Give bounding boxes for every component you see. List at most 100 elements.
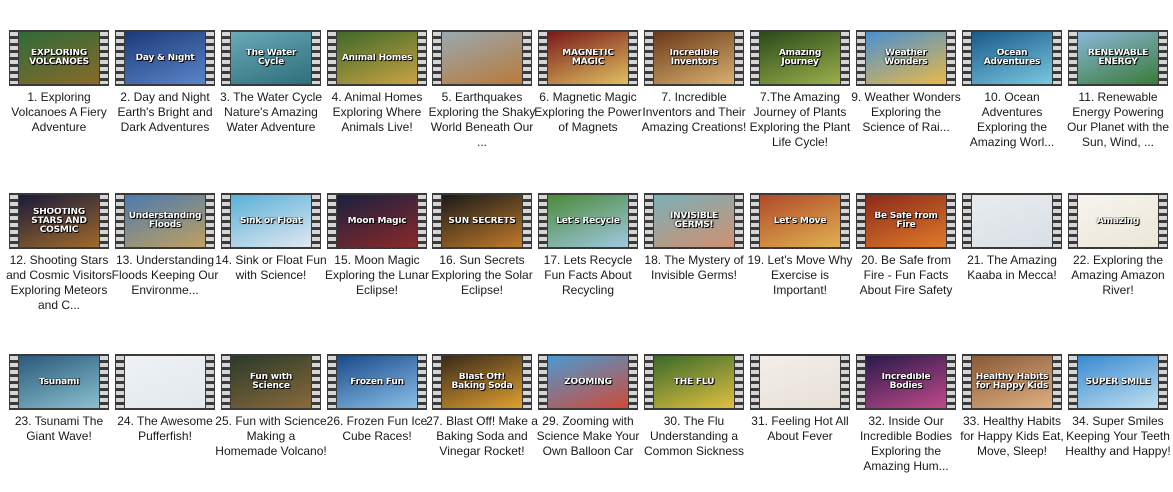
thumbnail-title: Amazing Journey [778, 49, 822, 67]
film-strip-icon: SUN SECRETS [432, 193, 532, 249]
thumbnail-title: THE FLU [673, 377, 715, 387]
thumbnail-title: SUPER SMILE [1085, 377, 1151, 387]
video-thumbnail: Incredible Inventors [654, 32, 734, 84]
video-thumbnail: Healthy Habits for Happy Kids [972, 356, 1052, 408]
thumbnail-title: ZOOMING [564, 377, 612, 387]
film-strip-icon [962, 193, 1062, 249]
video-thumbnail: Tsunami [19, 356, 99, 408]
video-thumbnail [760, 356, 840, 408]
thumbnail-title: SUN SECRETS [448, 216, 516, 226]
thumbnail-title: Frozen Fun [350, 377, 404, 387]
video-thumbnail [972, 195, 1052, 247]
video-thumbnail: Let's Move [760, 195, 840, 247]
video-caption: 13. Understanding Floods Keeping Our Env… [111, 253, 219, 297]
film-strip-icon: Frozen Fun [327, 354, 427, 410]
video-caption: 29. Zooming with Science Make Your Own B… [536, 414, 640, 458]
video-caption: 7.The Amazing Journey of Plants Explorin… [749, 90, 851, 149]
video-thumbnail: INVISIBLE GERMS! [654, 195, 734, 247]
film-strip-icon: Be Safe from Fire [856, 193, 956, 249]
video-thumbnail: RENEWABLE ENERGY [1078, 32, 1158, 84]
video-caption: 23. Tsunami The Giant Wave! [14, 414, 104, 443]
thumbnail-title: EXPLORING VOLCANOES [29, 49, 89, 67]
thumbnail-title: Incredible Inventors [669, 49, 719, 67]
video-caption: 27. Blast Off! Make a Baking Soda and Vi… [426, 414, 538, 458]
video-thumbnail: Weather Wonders [866, 32, 946, 84]
film-strip-icon: Understanding Floods [115, 193, 215, 249]
thumbnail-title: Moon Magic [347, 216, 407, 226]
video-thumbnail: The Water Cycle [231, 32, 311, 84]
video-thumbnail: Day & Night [125, 32, 205, 84]
video-caption: 5. Earthquakes Exploring the Shaky World… [428, 90, 536, 149]
film-strip-icon: SUPER SMILE [1068, 354, 1168, 410]
film-strip-icon: Sink or Float [221, 193, 321, 249]
film-strip-icon: Incredible Inventors [644, 30, 744, 86]
film-strip-icon [432, 30, 532, 86]
thumbnail-title: Let's Recycle [556, 216, 620, 226]
thumbnail-title: Blast Off! Baking Soda [451, 373, 513, 391]
thumbnail-title: Sink or Float [239, 216, 303, 226]
thumbnail-title: Incredible Bodies [881, 373, 931, 391]
thumbnail-title: RENEWABLE ENERGY [1087, 49, 1149, 67]
video-caption: 3. The Water Cycle Nature's Amazing Wate… [219, 90, 323, 134]
video-thumbnail: Moon Magic [337, 195, 417, 247]
video-caption: 21. The Amazing Kaaba in Mecca! [967, 253, 1057, 282]
film-strip-icon: Blast Off! Baking Soda [432, 354, 532, 410]
video-caption: 16. Sun Secrets Exploring the Solar Ecli… [431, 253, 533, 297]
video-thumbnail: SHOOTING STARS AND COSMIC [19, 195, 99, 247]
video-thumbnail: Animal Homes [337, 32, 417, 84]
video-thumbnail: Amazing Journey [760, 32, 840, 84]
video-caption: 11. Renewable Energy Powering Our Planet… [1066, 90, 1170, 149]
video-caption: 34. Super Smiles Keeping Your Teeth Heal… [1065, 414, 1171, 458]
video-caption: 26. Frozen Fun Ice Cube Races! [326, 414, 428, 443]
film-strip-icon: ZOOMING [538, 354, 638, 410]
film-strip-icon: SHOOTING STARS AND COSMIC [9, 193, 109, 249]
video-caption: 4. Animal Homes Exploring Where Animals … [331, 90, 423, 134]
video-caption: 22. Exploring the Amazing Amazon River! [1071, 253, 1165, 297]
thumbnail-title: Day & Night [135, 53, 195, 63]
video-caption: 10. Ocean Adventures Exploring the Amazi… [969, 90, 1055, 149]
video-caption: 20. Be Safe from Fire - Fun Facts About … [859, 253, 953, 297]
video-caption: 24. The Awesome Pufferfish! [117, 414, 213, 443]
film-strip-icon: INVISIBLE GERMS! [644, 193, 744, 249]
video-thumbnail: Let's Recycle [548, 195, 628, 247]
film-strip-icon: Tsunami [9, 354, 109, 410]
video-caption: 17. Lets Recycle Fun Facts About Recycli… [543, 253, 633, 297]
video-caption: 15. Moon Magic Exploring the Lunar Eclip… [324, 253, 430, 297]
video-caption: 18. The Mystery of Invisible Germs! [644, 253, 744, 282]
video-thumbnail: Frozen Fun [337, 356, 417, 408]
video-thumbnail: Blast Off! Baking Soda [442, 356, 522, 408]
video-caption: 19. Let's Move Why Exercise is Important… [747, 253, 853, 297]
video-caption: 14. Sink or Float Fun with Science! [215, 253, 327, 282]
film-strip-icon: EXPLORING VOLCANOES [9, 30, 109, 86]
film-strip-icon: Weather Wonders [856, 30, 956, 86]
thumbnail-title: SHOOTING STARS AND COSMIC [31, 207, 87, 235]
video-thumbnail: Sink or Float [231, 195, 311, 247]
video-thumbnail [125, 356, 205, 408]
thumbnail-title: MAGNETIC MAGIC [562, 49, 614, 67]
film-strip-icon: THE FLU [644, 354, 744, 410]
video-caption: 30. The Flu Understanding a Common Sickn… [643, 414, 745, 458]
thumbnail-title: Ocean Adventures [983, 49, 1041, 67]
video-thumbnail [442, 32, 522, 84]
film-strip-icon [750, 354, 850, 410]
video-thumbnail: THE FLU [654, 356, 734, 408]
film-strip-icon: Healthy Habits for Happy Kids [962, 354, 1062, 410]
video-caption: 6. Magnetic Magic Exploring the Power of… [534, 90, 642, 134]
film-strip-icon: The Water Cycle [221, 30, 321, 86]
thumbnail-title: Tsunami [38, 377, 80, 387]
video-thumbnail: Ocean Adventures [972, 32, 1052, 84]
video-thumbnail: Amazing [1078, 195, 1158, 247]
thumbnail-title: INVISIBLE GERMS! [670, 212, 718, 230]
film-strip-icon: Animal Homes [327, 30, 427, 86]
video-file-grid: EXPLORING VOLCANOES 1. Exploring Volcanoe… [0, 0, 1173, 492]
video-thumbnail: ZOOMING [548, 356, 628, 408]
thumbnail-title: Understanding Floods [128, 212, 202, 230]
film-strip-icon: Ocean Adventures [962, 30, 1062, 86]
video-thumbnail: SUPER SMILE [1078, 356, 1158, 408]
film-strip-icon: Amazing [1068, 193, 1168, 249]
thumbnail-title: Fun with Science [249, 373, 293, 391]
thumbnail-title: Let's Move [773, 216, 827, 226]
video-thumbnail: EXPLORING VOLCANOES [19, 32, 99, 84]
video-thumbnail: SUN SECRETS [442, 195, 522, 247]
film-strip-icon: Day & Night [115, 30, 215, 86]
